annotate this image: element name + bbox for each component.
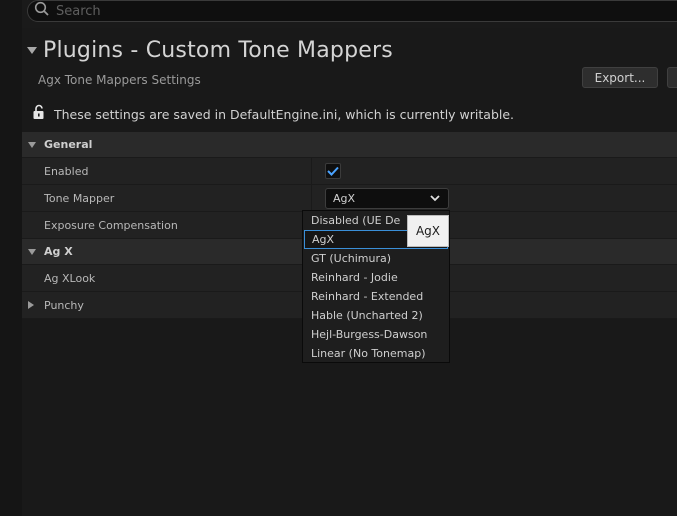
tone-mapper-select[interactable]: AgX: [325, 187, 449, 209]
chevron-down-icon: [430, 194, 440, 201]
dropdown-option[interactable]: Hable (Uncharted 2): [303, 306, 449, 325]
search-bar[interactable]: [27, 0, 677, 22]
import-button[interactable]: [667, 67, 677, 88]
property-name: Tone Mapper: [22, 185, 312, 211]
expand-arrow-icon[interactable]: [28, 301, 34, 309]
check-icon: [327, 166, 339, 176]
property-name: Enabled: [22, 158, 312, 184]
enabled-checkbox[interactable]: [325, 163, 341, 179]
writable-notice: These settings are saved in DefaultEngin…: [32, 104, 514, 124]
export-button[interactable]: Export...: [582, 67, 658, 88]
property-row-tone-mapper: Tone Mapper AgX: [22, 185, 677, 212]
property-name: Ag XLook: [22, 265, 312, 291]
category-label: Ag X: [44, 245, 73, 258]
tooltip: AgX: [407, 215, 449, 247]
dropdown-option[interactable]: GT (Uchimura): [303, 249, 449, 268]
dropdown-option[interactable]: Hejl-Burgess-Dawson: [303, 325, 449, 344]
category-general[interactable]: General: [22, 132, 677, 158]
property-row-enabled: Enabled: [22, 158, 677, 185]
search-icon: [34, 1, 50, 21]
select-value: AgX: [333, 191, 356, 205]
page-subtitle: Agx Tone Mappers Settings: [38, 73, 201, 87]
punchy-label: Punchy: [44, 298, 84, 312]
category-label: General: [44, 138, 93, 151]
expand-arrow-icon[interactable]: [28, 248, 36, 255]
page-title: Plugins - Custom Tone Mappers: [43, 38, 393, 63]
property-name: Exposure Compensation: [22, 212, 312, 238]
dropdown-option[interactable]: Linear (No Tonemap): [303, 344, 449, 363]
left-gutter: [0, 0, 22, 516]
unlock-icon: [32, 104, 46, 124]
expand-arrow-icon[interactable]: [28, 141, 36, 148]
property-name: Punchy: [22, 292, 312, 318]
search-input[interactable]: [56, 3, 556, 19]
dropdown-option[interactable]: Reinhard - Jodie: [303, 268, 449, 287]
title-row[interactable]: Plugins - Custom Tone Mappers: [27, 38, 393, 63]
writable-text: These settings are saved in DefaultEngin…: [54, 106, 515, 122]
collapse-arrow-icon[interactable]: [27, 47, 37, 54]
dropdown-option[interactable]: Reinhard - Extended: [303, 287, 449, 306]
